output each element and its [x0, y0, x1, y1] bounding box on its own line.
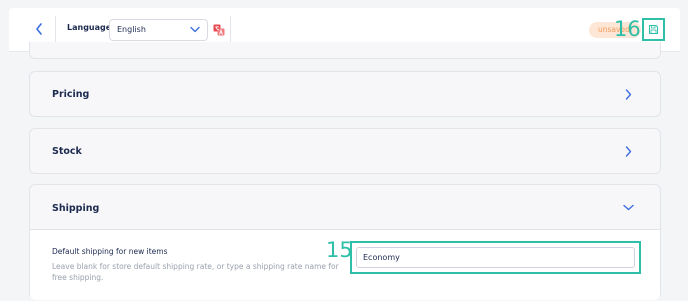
back-button[interactable]	[29, 18, 49, 40]
language-select[interactable]: English	[109, 19, 208, 41]
annotation-marker-input: 15	[326, 238, 353, 262]
default-shipping-field	[350, 241, 641, 274]
toolbar-divider	[55, 16, 56, 44]
chevron-left-icon	[36, 23, 42, 35]
section-card-pricing[interactable]: Pricing	[29, 71, 661, 117]
translate-button[interactable]	[210, 18, 227, 42]
section-title-pricing: Pricing	[52, 89, 90, 100]
default-shipping-help: Leave blank for store default shipping r…	[52, 262, 339, 282]
section-title-shipping: Shipping	[52, 203, 100, 214]
annotation-marker-save: 16	[614, 17, 641, 41]
chevron-down-icon	[623, 204, 634, 211]
section-card-stock[interactable]: Stock	[29, 128, 661, 174]
default-shipping-label: Default shipping for new items	[52, 247, 168, 256]
translate-icon	[213, 24, 224, 36]
chevron-right-icon	[625, 146, 632, 157]
previous-section-card	[29, 42, 661, 59]
save-button[interactable]	[642, 18, 665, 41]
language-select-value: English	[117, 25, 146, 34]
toolbar-divider	[230, 16, 231, 44]
language-label: Language	[67, 23, 112, 32]
section-header-shipping[interactable]: Shipping	[30, 185, 660, 229]
default-shipping-input[interactable]	[356, 247, 635, 268]
chevron-down-icon	[190, 26, 200, 33]
section-title-stock: Stock	[52, 146, 82, 157]
save-icon	[649, 25, 658, 34]
chevron-right-icon	[625, 89, 632, 100]
